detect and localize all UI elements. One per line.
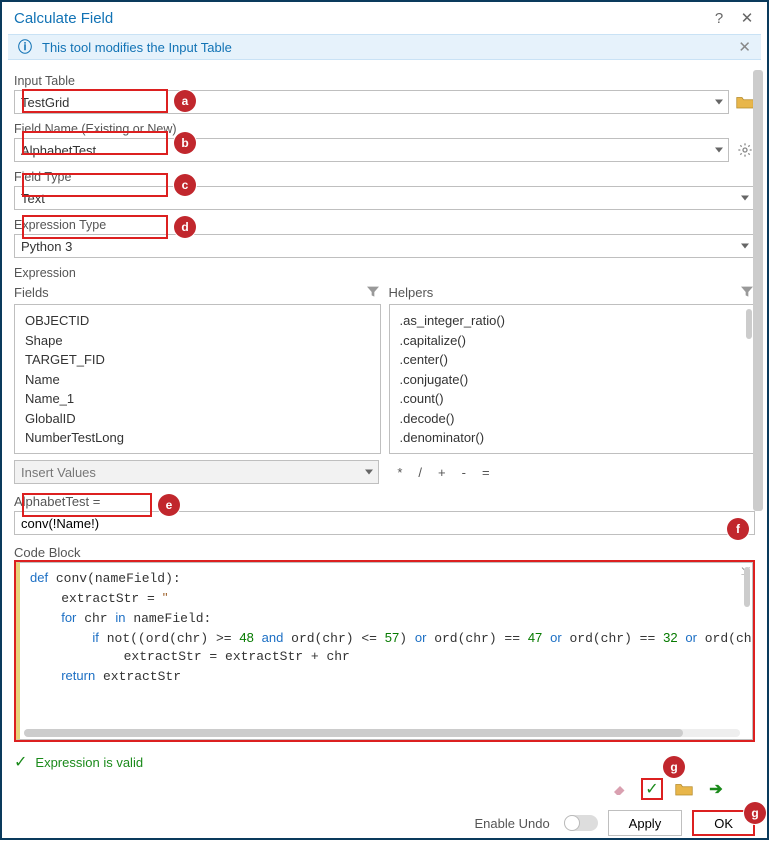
expression-type-select[interactable] bbox=[14, 234, 755, 258]
fields-list[interactable]: OBJECTID Shape TARGET_FID Name Name_1 Gl… bbox=[14, 304, 381, 454]
scrollbar[interactable] bbox=[746, 309, 752, 449]
filter-icon[interactable] bbox=[365, 284, 381, 300]
field-name-field[interactable] bbox=[14, 138, 729, 162]
list-item[interactable]: .conjugate() bbox=[400, 370, 751, 390]
list-item[interactable]: .denominator() bbox=[400, 428, 751, 448]
list-item[interactable]: NumberTestLong bbox=[25, 428, 376, 448]
eraser-icon bbox=[611, 780, 629, 798]
main-scrollbar[interactable] bbox=[753, 66, 763, 778]
insert-values-select[interactable] bbox=[14, 460, 379, 484]
helpers-list[interactable]: .as_integer_ratio() .capitalize() .cente… bbox=[389, 304, 756, 454]
info-banner: ⓘ This tool modifies the Input Table ✕ bbox=[8, 34, 761, 60]
field-type-select[interactable] bbox=[14, 186, 755, 210]
operator-buttons: * / + - = bbox=[387, 465, 489, 480]
callout-g-ok: g bbox=[744, 802, 766, 824]
check-icon: ✓ bbox=[14, 752, 27, 772]
scrollbar[interactable] bbox=[24, 729, 740, 737]
op-equals[interactable]: = bbox=[482, 465, 490, 480]
list-item[interactable]: .as_integer_ratio() bbox=[400, 311, 751, 331]
enable-undo-toggle[interactable] bbox=[564, 815, 598, 831]
field-name-label: Field Name (Existing or New) bbox=[14, 122, 755, 136]
apply-button[interactable]: Apply bbox=[608, 810, 683, 836]
validation-status: ✓ Expression is valid bbox=[14, 752, 755, 772]
load-expression-button[interactable] bbox=[673, 778, 695, 800]
list-item[interactable]: TARGET_FID bbox=[25, 350, 376, 370]
info-close-button[interactable]: ✕ bbox=[738, 38, 751, 56]
field-type-label: Field Type bbox=[14, 170, 755, 184]
codeblock-highlight: ⇲def conv(nameField): extractStr = '' fo… bbox=[14, 560, 755, 742]
folder-icon bbox=[675, 781, 693, 797]
window-title: Calculate Field bbox=[14, 10, 705, 27]
gear-icon bbox=[737, 142, 753, 158]
input-table-label: Input Table bbox=[14, 74, 755, 88]
helpers-header: Helpers bbox=[389, 285, 740, 300]
op-minus[interactable]: - bbox=[462, 465, 466, 480]
callout-b: b bbox=[174, 132, 196, 154]
list-item[interactable]: .count() bbox=[400, 389, 751, 409]
folder-icon bbox=[736, 94, 754, 110]
callout-e: e bbox=[158, 494, 180, 516]
titlebar: Calculate Field ? ✕ bbox=[2, 2, 767, 34]
callout-a: a bbox=[174, 90, 196, 112]
run-button[interactable]: ➔ bbox=[705, 778, 727, 800]
codeblock-label: Code Block bbox=[14, 545, 755, 560]
list-item[interactable]: GlobalID bbox=[25, 409, 376, 429]
enable-undo-label: Enable Undo bbox=[475, 816, 550, 831]
close-button[interactable]: ✕ bbox=[733, 9, 761, 27]
list-item[interactable]: Name_1 bbox=[25, 389, 376, 409]
expression-input[interactable] bbox=[14, 511, 755, 535]
op-divide[interactable]: / bbox=[418, 465, 422, 480]
browse-folder-button[interactable] bbox=[735, 92, 755, 112]
codeblock-editor[interactable]: ⇲def conv(nameField): extractStr = '' fo… bbox=[16, 562, 753, 740]
info-icon: ⓘ bbox=[18, 37, 32, 57]
field-options-button[interactable] bbox=[735, 140, 755, 160]
callout-d: d bbox=[174, 216, 196, 238]
info-text: This tool modifies the Input Table bbox=[42, 40, 738, 55]
callout-g-validate: g bbox=[663, 756, 685, 778]
dialog-footer: Enable Undo Apply OK bbox=[2, 800, 767, 846]
fields-header: Fields bbox=[14, 285, 365, 300]
list-item[interactable]: OBJECTID bbox=[25, 311, 376, 331]
expression-equals-label: AlphabetTest = bbox=[14, 494, 755, 509]
scrollbar[interactable] bbox=[744, 567, 750, 719]
expression-type-label: Expression Type bbox=[14, 218, 755, 232]
validation-text: Expression is valid bbox=[35, 755, 143, 770]
validate-expression-button[interactable]: ✓ bbox=[641, 778, 663, 800]
list-item[interactable]: Shape bbox=[25, 331, 376, 351]
list-item[interactable]: Name bbox=[25, 370, 376, 390]
callout-c: c bbox=[174, 174, 196, 196]
list-item[interactable]: .center() bbox=[400, 350, 751, 370]
input-table-field[interactable] bbox=[14, 90, 729, 114]
op-plus[interactable]: + bbox=[438, 465, 446, 480]
callout-f: f bbox=[727, 518, 749, 540]
op-multiply[interactable]: * bbox=[397, 465, 402, 480]
expression-section-label: Expression bbox=[14, 266, 755, 280]
clear-expression-button[interactable] bbox=[609, 778, 631, 800]
list-item[interactable]: .decode() bbox=[400, 409, 751, 429]
list-item[interactable]: .capitalize() bbox=[400, 331, 751, 351]
help-button[interactable]: ? bbox=[705, 10, 733, 27]
